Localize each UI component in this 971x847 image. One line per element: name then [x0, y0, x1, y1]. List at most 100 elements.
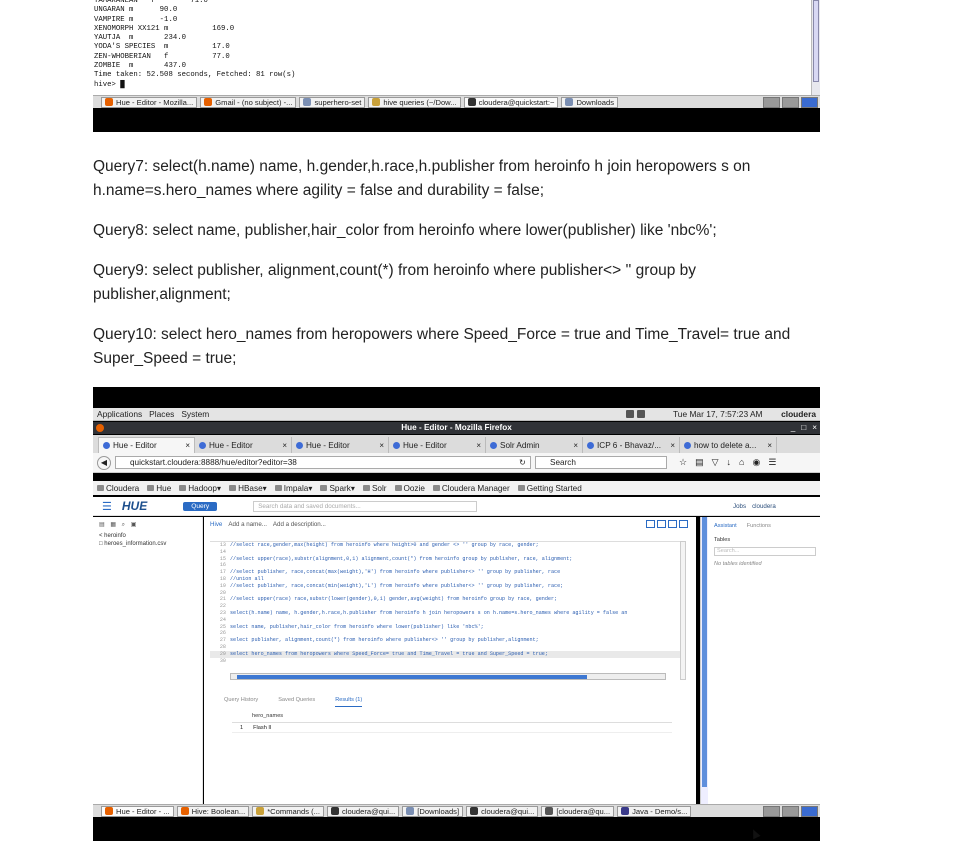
- taskbar-item-label: hive queries (~/Dow...: [383, 97, 457, 107]
- minimize-button[interactable]: _: [791, 422, 796, 434]
- taskbar-item[interactable]: *Commands (...: [252, 805, 324, 817]
- taskbar-item[interactable]: superhero-set: [299, 96, 366, 108]
- bookmark-item[interactable]: Spark▾: [320, 483, 355, 493]
- menu-icon[interactable]: ☰: [768, 457, 776, 468]
- workspace-switcher[interactable]: [763, 96, 820, 109]
- taskbar-item[interactable]: Java - Demo/s...: [617, 805, 692, 817]
- column-header[interactable]: hero_names: [232, 713, 672, 723]
- workspace-1[interactable]: [763, 806, 780, 817]
- workspace-2[interactable]: [782, 806, 799, 817]
- results-tab[interactable]: Query History: [224, 697, 258, 707]
- tab-close-icon[interactable]: ×: [379, 441, 384, 450]
- reload-icon[interactable]: ↻: [519, 457, 526, 468]
- hamburger-icon[interactable]: ☰: [102, 500, 112, 513]
- url-bar[interactable]: quickstart.cloudera:8888/hue/editor?edit…: [115, 456, 531, 469]
- taskbar-item[interactable]: Gmail - (no subject) -...: [200, 96, 297, 108]
- taskbar-item[interactable]: Hive: Boolean...: [176, 805, 250, 817]
- bookmark-item[interactable]: Cloudera Manager: [433, 484, 510, 493]
- workspace-3[interactable]: [801, 97, 818, 108]
- global-search-input[interactable]: Search data and saved documents...: [253, 500, 478, 512]
- volume-icon[interactable]: [626, 410, 634, 418]
- places-menu[interactable]: Places: [149, 408, 174, 421]
- hue-logo[interactable]: HUE: [122, 499, 147, 513]
- jobs-link[interactable]: Jobs: [733, 503, 746, 510]
- code-horizontal-scrollbar[interactable]: [230, 673, 666, 680]
- tab-close-icon[interactable]: ×: [185, 441, 190, 450]
- taskbar-item[interactable]: [cloudera@qu...: [541, 805, 615, 817]
- tab-functions[interactable]: Functions: [747, 523, 771, 529]
- system-menu[interactable]: System: [181, 408, 209, 421]
- bookmark-star-icon[interactable]: ☆: [679, 457, 687, 468]
- maximize-button[interactable]: □: [801, 422, 806, 434]
- code-area[interactable]: 13 //select race,gender,max(height) from …: [210, 541, 680, 684]
- tab-close-icon[interactable]: ×: [573, 441, 578, 450]
- bookmark-item[interactable]: Hue: [147, 484, 171, 493]
- close-button[interactable]: ×: [812, 422, 817, 434]
- workspace-2[interactable]: [782, 97, 799, 108]
- add-description-field[interactable]: Add a description...: [273, 521, 326, 528]
- user-link[interactable]: cloudera: [752, 503, 776, 510]
- browser-tab[interactable]: how to delete a... ×: [680, 437, 777, 453]
- table-row[interactable]: 1 Flash II: [232, 723, 672, 733]
- browser-tab[interactable]: Hue - Editor ×: [195, 437, 292, 453]
- results-tab[interactable]: Results (1): [335, 697, 363, 707]
- browser-tab[interactable]: Hue - Editor ×: [98, 437, 195, 453]
- browser-tab[interactable]: Hue - Editor ×: [292, 437, 389, 453]
- share-icon[interactable]: [668, 520, 677, 528]
- engine-label[interactable]: Hive: [210, 521, 222, 528]
- bookmark-item[interactable]: Hadoop▾: [179, 483, 221, 493]
- assist-search-input[interactable]: Search...: [714, 547, 816, 556]
- applications-menu[interactable]: Applications: [97, 408, 142, 421]
- network-icon[interactable]: [637, 410, 645, 418]
- home-icon[interactable]: ⌂: [739, 457, 744, 468]
- save-icon[interactable]: [646, 520, 655, 528]
- add-name-field[interactable]: Add a name...: [228, 521, 267, 528]
- tab-assistant[interactable]: Assistant: [714, 523, 737, 529]
- library-icon[interactable]: ▤: [695, 457, 704, 468]
- browser-tab[interactable]: ICP 6 - Bhavaz/... ×: [583, 437, 680, 453]
- scrollbar-thumb[interactable]: [702, 517, 707, 787]
- query-button[interactable]: Query: [183, 501, 218, 511]
- taskbar-item[interactable]: Hue - Editor - Mozilla...: [101, 96, 198, 108]
- new-icon[interactable]: [657, 520, 666, 528]
- code-vertical-scrollbar[interactable]: [680, 541, 686, 680]
- clock[interactable]: Tue Mar 17, 7:57:23 AM: [673, 408, 763, 421]
- bookmark-item[interactable]: Oozie: [395, 484, 425, 493]
- table-item[interactable]: □ heroes_information.csv: [93, 539, 202, 549]
- download-icon[interactable]: ↓: [727, 457, 732, 468]
- search-input[interactable]: Search: [535, 456, 667, 469]
- assist-icons[interactable]: ▤ ▦ ⌕ ▣: [93, 517, 202, 533]
- workspace-1[interactable]: [763, 97, 780, 108]
- scrollbar-thumb[interactable]: [813, 0, 819, 82]
- results-tab[interactable]: Saved Queries: [278, 697, 315, 707]
- taskbar-item[interactable]: hive queries (~/Dow...: [368, 96, 461, 108]
- bookmark-item[interactable]: Getting Started: [518, 484, 582, 493]
- back-arrow-icon[interactable]: ◀: [97, 455, 111, 470]
- browser-tab[interactable]: Solr Admin ×: [486, 437, 583, 453]
- workspace-switcher[interactable]: [763, 805, 820, 818]
- page-scrollbar[interactable]: [700, 517, 708, 809]
- taskbar-item[interactable]: [Downloads]: [402, 805, 464, 817]
- scrollbar-thumb[interactable]: [237, 675, 587, 679]
- pocket-icon[interactable]: ▽: [712, 457, 719, 468]
- taskbar-item[interactable]: cloudera@qui...: [466, 805, 539, 817]
- taskbar-item[interactable]: Downloads: [561, 96, 619, 108]
- taskbar-item[interactable]: cloudera@quickstart:~: [463, 96, 559, 108]
- tab-close-icon[interactable]: ×: [476, 441, 481, 450]
- terminal-scrollbar[interactable]: [811, 0, 820, 95]
- bookmark-item[interactable]: Solr: [363, 484, 387, 493]
- workspace-3[interactable]: [801, 806, 818, 817]
- tab-close-icon[interactable]: ×: [767, 441, 772, 450]
- chat-icon[interactable]: ◉: [752, 457, 760, 468]
- settings-icon[interactable]: [679, 520, 688, 528]
- terminal-window[interactable]: TAMARANEAN f 71.0 UNGARAN m 90.0 VAMPIRE m…: [93, 0, 811, 95]
- tab-close-icon[interactable]: ×: [670, 441, 675, 450]
- taskbar-item[interactable]: cloudera@qui...: [326, 805, 400, 817]
- browser-tab[interactable]: Hue - Editor ×: [389, 437, 486, 453]
- bookmark-item[interactable]: Cloudera: [97, 484, 139, 493]
- user-menu[interactable]: cloudera: [781, 408, 816, 421]
- tab-close-icon[interactable]: ×: [282, 441, 287, 450]
- taskbar-item[interactable]: Hue - Editor - ...: [101, 805, 174, 817]
- bookmark-item[interactable]: HBase▾: [229, 483, 267, 493]
- bookmark-item[interactable]: Impala▾: [275, 483, 313, 493]
